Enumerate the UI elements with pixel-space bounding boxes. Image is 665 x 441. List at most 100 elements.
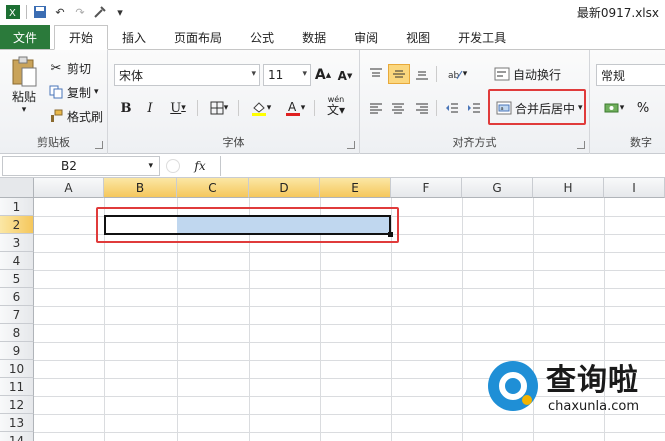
column-header-e[interactable]: E — [320, 178, 391, 198]
grow-font-button[interactable]: A ▲ — [314, 65, 332, 85]
row-header-10[interactable]: 10 — [0, 360, 34, 378]
fill-color-button[interactable]: ▾ — [246, 98, 276, 118]
insert-function-button[interactable]: fx — [180, 159, 220, 173]
redo-icon[interactable]: ↷ — [71, 3, 89, 21]
tab-view[interactable]: 视图 — [392, 25, 444, 49]
italic-label: I — [147, 100, 153, 116]
font-launcher-icon[interactable] — [347, 141, 355, 149]
row-header-4[interactable]: 4 — [0, 252, 34, 270]
row-header-11[interactable]: 11 — [0, 378, 34, 396]
row-header-9[interactable]: 9 — [0, 342, 34, 360]
tab-page-layout[interactable]: 页面布局 — [160, 25, 236, 49]
tab-data[interactable]: 数据 — [288, 25, 340, 49]
wrap-text-label: 自动换行 — [513, 67, 562, 82]
formula-splitter[interactable] — [166, 158, 180, 173]
shrink-font-button[interactable]: A ▼ — [336, 66, 354, 86]
align-bottom-icon — [416, 71, 428, 80]
increase-indent-button[interactable] — [464, 98, 484, 118]
selection-highlight — [96, 207, 399, 243]
row-header-3[interactable]: 3 — [0, 234, 34, 252]
gridline — [34, 342, 665, 343]
separator — [26, 5, 27, 19]
align-middle-button[interactable] — [388, 64, 410, 84]
row-header-6[interactable]: 6 — [0, 288, 34, 306]
svg-text:ab: ab — [448, 71, 460, 81]
font-family-select[interactable]: 宋体 ▾ — [114, 64, 260, 86]
copy-button[interactable]: 复制 ▾ — [48, 82, 99, 102]
percent-label: % — [636, 100, 650, 116]
align-center-button[interactable] — [388, 98, 408, 118]
watermark-name: 查询啦 — [546, 363, 639, 398]
gridline — [34, 324, 665, 325]
customize-toolbar-icon[interactable]: ▾ — [111, 3, 129, 21]
ribbon-tabs: 文件 开始 插入 页面布局 公式 数据 审阅 视图 开发工具 — [0, 24, 665, 50]
save-icon[interactable] — [31, 3, 49, 21]
undo-icon[interactable]: ↶ — [51, 3, 69, 21]
align-middle-icon — [393, 70, 405, 78]
number-format-select[interactable]: 常规 — [596, 64, 665, 86]
column-header-f[interactable]: F — [391, 178, 462, 198]
scissors-icon: ✂ — [50, 60, 62, 76]
currency-button[interactable]: ▾ — [598, 98, 630, 118]
tab-developer[interactable]: 开发工具 — [444, 25, 520, 49]
alignment-launcher-icon[interactable] — [577, 141, 585, 149]
separator — [238, 100, 239, 116]
gridline — [34, 306, 665, 307]
clipboard-group-label: 剪贴板 — [37, 136, 70, 149]
row-header-5[interactable]: 5 — [0, 270, 34, 288]
bold-button[interactable]: B — [116, 98, 136, 118]
font-color-button[interactable]: A ▾ — [280, 98, 310, 118]
tab-formulas[interactable]: 公式 — [236, 25, 288, 49]
name-box-value: B2 — [61, 158, 77, 173]
svg-text:A: A — [288, 100, 297, 114]
tab-insert[interactable]: 插入 — [108, 25, 160, 49]
underline-button[interactable]: U ▾ — [164, 98, 192, 118]
name-box[interactable]: B2 ▾ — [2, 155, 160, 176]
tab-file[interactable]: 文件 — [0, 25, 50, 49]
row-header-14[interactable]: 14 — [0, 432, 34, 441]
cut-button[interactable]: ✂ 剪切 — [48, 58, 91, 78]
column-header-b[interactable]: B — [104, 178, 177, 198]
format-painter-button[interactable]: 格式刷 — [48, 106, 103, 126]
align-left-button[interactable] — [366, 98, 386, 118]
borders-button[interactable]: ▾ — [204, 98, 234, 118]
column-header-d[interactable]: D — [249, 178, 320, 198]
decrease-indent-icon — [446, 103, 458, 113]
clipboard-launcher-icon[interactable] — [95, 141, 103, 149]
tab-review[interactable]: 审阅 — [340, 25, 392, 49]
paste-dropdown-icon[interactable]: ▾ — [22, 105, 27, 115]
align-right-button[interactable] — [412, 98, 432, 118]
italic-button[interactable]: I — [140, 98, 160, 118]
row-header-13[interactable]: 13 — [0, 414, 34, 432]
font-color-icon: A — [285, 100, 300, 116]
row-header-12[interactable]: 12 — [0, 396, 34, 414]
paste-button[interactable]: 粘贴 ▾ — [6, 56, 42, 115]
phonetic-button[interactable]: wén 文▾ — [320, 96, 352, 117]
percent-button[interactable]: % — [634, 98, 652, 118]
orientation-button[interactable]: ab ▾ — [442, 64, 472, 84]
excel-app-icon[interactable]: X — [4, 3, 22, 21]
shrink-font-label: A — [337, 69, 347, 83]
select-all-corner[interactable] — [0, 178, 34, 198]
formula-input[interactable] — [220, 155, 665, 176]
chevron-down-icon: ▾ — [148, 160, 153, 171]
font-size-select[interactable]: 11 ▾ — [263, 64, 311, 86]
row-header-7[interactable]: 7 — [0, 306, 34, 324]
align-top-button[interactable] — [366, 64, 386, 84]
number-group: 常规 ▾ % 数字 — [590, 50, 665, 154]
row-header-8[interactable]: 8 — [0, 324, 34, 342]
column-header-i[interactable]: I — [604, 178, 665, 198]
align-bottom-button[interactable] — [412, 64, 432, 84]
column-header-h[interactable]: H — [533, 178, 604, 198]
row-header-1[interactable]: 1 — [0, 198, 34, 216]
tab-home[interactable]: 开始 — [54, 25, 109, 50]
decrease-indent-button[interactable] — [442, 98, 462, 118]
tools-icon[interactable] — [91, 3, 109, 21]
wrap-text-button[interactable]: 自动换行 — [494, 64, 561, 84]
copy-dropdown-icon[interactable]: ▾ — [94, 87, 99, 97]
column-header-g[interactable]: G — [462, 178, 533, 198]
column-header-c[interactable]: C — [177, 178, 249, 198]
row-header-2[interactable]: 2 — [0, 216, 34, 234]
separator — [314, 100, 315, 116]
column-header-a[interactable]: A — [34, 178, 104, 198]
